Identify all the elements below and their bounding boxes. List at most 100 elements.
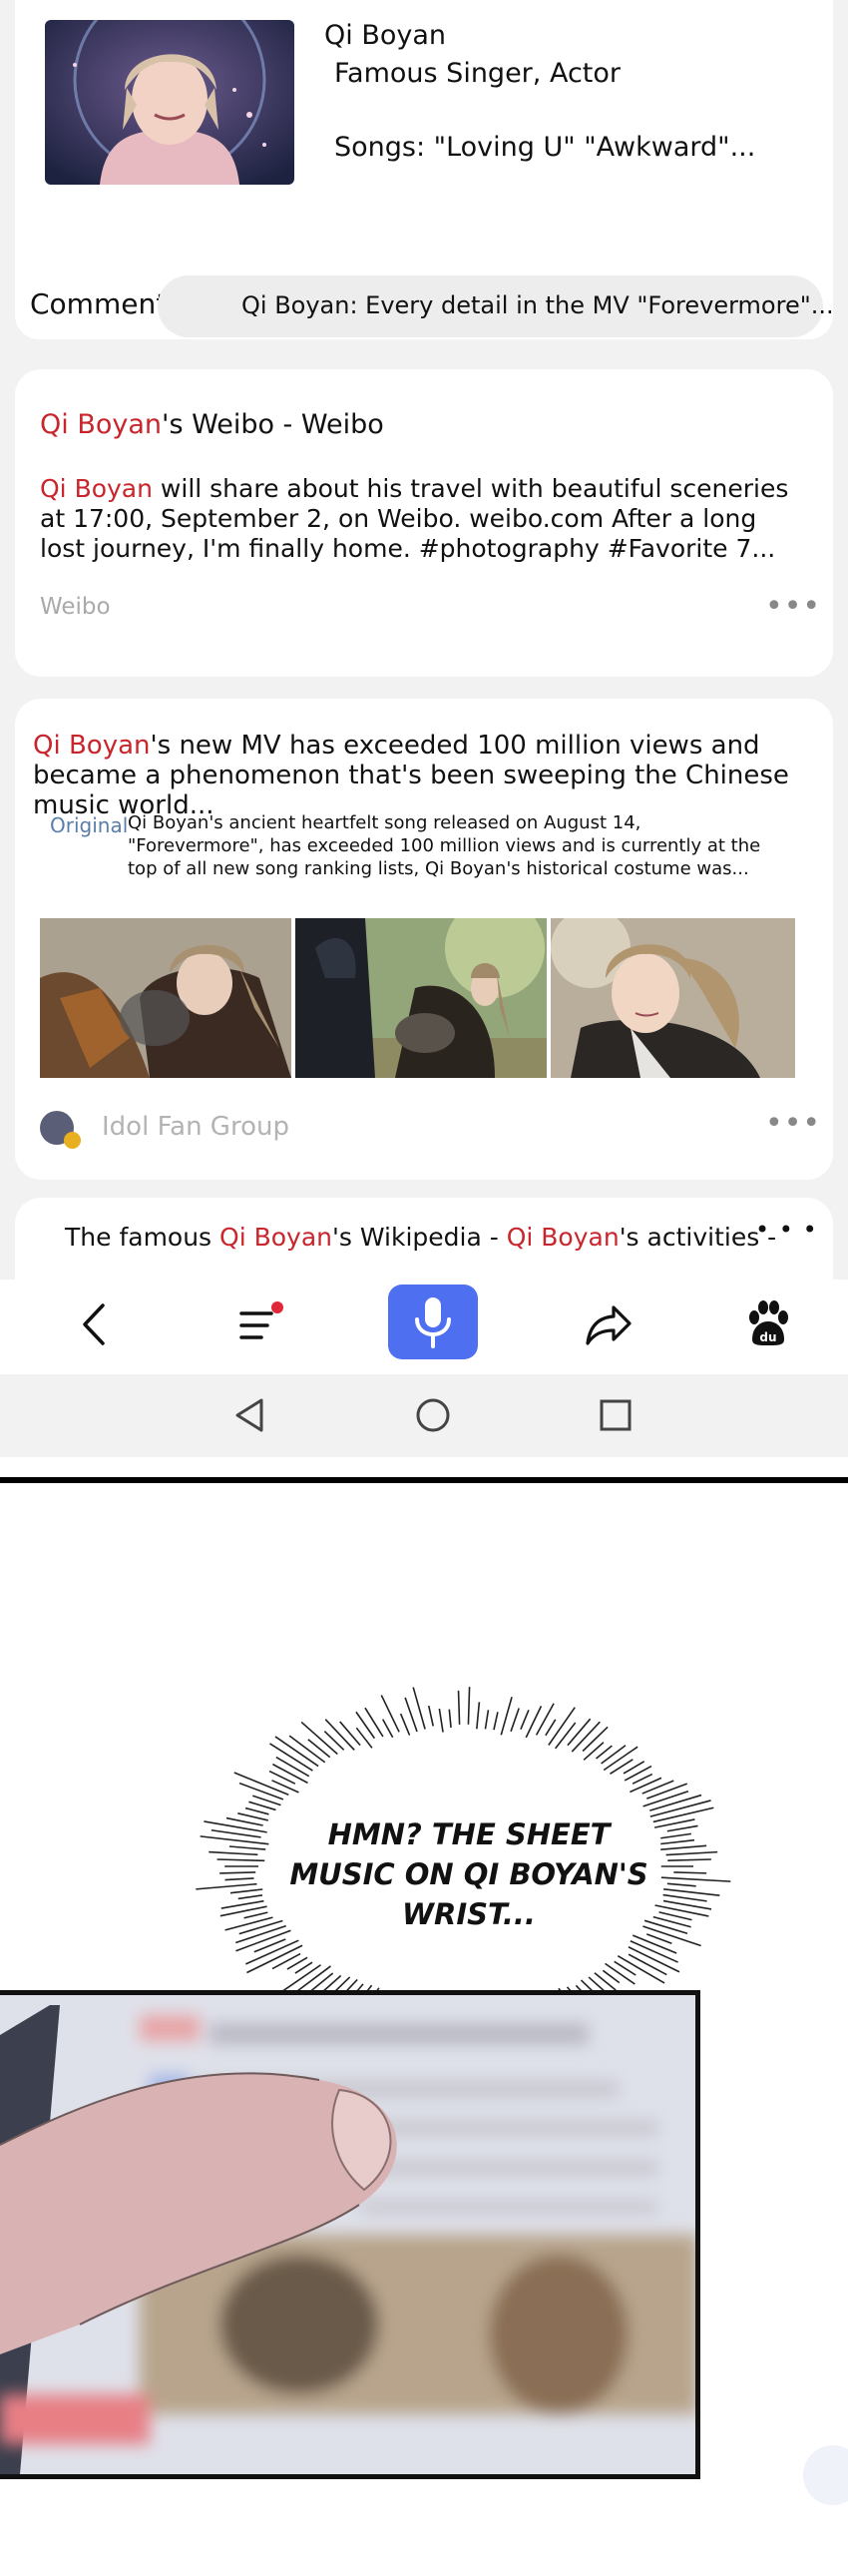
- bubble-line: MUSIC ON QI BOYAN'S: [289, 1857, 648, 1891]
- result-title[interactable]: The famous Qi Boyan's Wikipedia - Qi Boy…: [65, 1223, 776, 1252]
- burst-line: [555, 1722, 577, 1750]
- burst-line: [594, 1972, 617, 1991]
- recents-square-icon[interactable]: [597, 1396, 635, 1434]
- thumbnail-2[interactable]: [295, 918, 547, 1078]
- result-source[interactable]: Idol Fan Group: [102, 1112, 289, 1142]
- burst-line: [275, 1756, 310, 1778]
- burst-line: [667, 1858, 711, 1862]
- thumbnail-3[interactable]: [551, 918, 795, 1078]
- burst-line: [196, 1882, 257, 1890]
- burst-line: [545, 1719, 557, 1737]
- notification-dot-icon: [271, 1301, 283, 1313]
- result-source: Weibo: [40, 594, 111, 620]
- burst-line: [632, 1773, 653, 1785]
- burst-line: [493, 1712, 499, 1731]
- thought-bubble-text: HMN? THE SHEET MUSIC ON QI BOYAN'S WRIST…: [289, 1814, 648, 1934]
- burst-line: [500, 1697, 513, 1736]
- burst-line: [652, 1806, 714, 1823]
- comment-pill[interactable]: Qi Boyan: Every detail in the MV "Foreve…: [158, 275, 834, 337]
- burst-line: [248, 1801, 276, 1811]
- paw-icon[interactable]: du: [746, 1297, 790, 1349]
- panel-divider: [0, 1477, 848, 1483]
- profile-role: Famous Singer, Actor: [334, 58, 621, 89]
- burst-line: [583, 1742, 605, 1761]
- highlight-name: Qi Boyan: [40, 474, 153, 503]
- burst-line: [535, 1703, 555, 1736]
- burst-line: [642, 1791, 689, 1807]
- burst-line: [476, 1702, 481, 1730]
- burst-line: [364, 1707, 384, 1738]
- burst-line: [649, 1794, 702, 1811]
- burst-line: [211, 1828, 261, 1838]
- burst-line: [412, 1687, 426, 1730]
- title-text: 's activities -: [619, 1223, 777, 1252]
- burst-line: [229, 1888, 263, 1894]
- comic-phone-closeup: [0, 1990, 700, 2479]
- voice-search-button[interactable]: [388, 1285, 478, 1359]
- burst-line: [271, 1952, 301, 1970]
- highlight-name: Qi Boyan: [33, 731, 151, 761]
- more-options-icon[interactable]: •••: [765, 1106, 821, 1141]
- burst-line: [448, 1709, 452, 1729]
- phone-screen: Qi Boyan Famous Singer, Actor Songs: "Lo…: [0, 0, 848, 1457]
- burst-line: [484, 1710, 490, 1730]
- burst-line: [238, 1782, 284, 1801]
- result-title[interactable]: Qi Boyan's Weibo - Weibo: [40, 409, 384, 440]
- burst-line: [307, 1739, 331, 1759]
- burst-line: [605, 1962, 636, 1985]
- burst-line: [209, 1850, 258, 1856]
- highlight-name: Qi Boyan: [506, 1223, 620, 1252]
- burst-line: [339, 1721, 361, 1747]
- burst-line: [457, 1690, 461, 1725]
- burst-line: [253, 1938, 286, 1953]
- burst-line: [404, 1697, 418, 1733]
- burst-line: [225, 1816, 263, 1826]
- title-text: 's Weibo - Weibo: [162, 409, 384, 440]
- home-circle-icon[interactable]: [414, 1396, 452, 1434]
- share-icon[interactable]: [584, 1299, 634, 1349]
- back-triangle-icon[interactable]: [231, 1396, 269, 1434]
- comment-text: Qi Boyan: Every detail in the MV "Foreve…: [241, 291, 834, 319]
- profile-portrait: [45, 20, 294, 185]
- burst-line: [666, 1824, 698, 1832]
- bubble-line: WRIST...: [402, 1897, 536, 1931]
- thumbnail-1[interactable]: [40, 918, 291, 1078]
- paw-label: du: [759, 1330, 776, 1344]
- burst-line: [567, 1718, 592, 1747]
- system-nav-bar: [0, 1374, 848, 1457]
- browser-nav-bar: du: [0, 1280, 848, 1374]
- highlight-name: Qi Boyan: [219, 1223, 333, 1252]
- burst-line: [601, 1745, 627, 1765]
- menu-icon[interactable]: [237, 1299, 285, 1349]
- result-title[interactable]: Qi Boyan's new MV has exceeded 100 milli…: [33, 731, 821, 820]
- title-text: 's Wikipedia -: [332, 1223, 507, 1252]
- burst-line: [219, 1871, 256, 1874]
- burst-line: [666, 1882, 696, 1887]
- original-tag: Original: [50, 813, 129, 837]
- result-card-weibo[interactable]: Qi Boyan's Weibo - Weibo Qi Boyan will s…: [15, 369, 833, 677]
- burst-line: [630, 1777, 662, 1794]
- burst-line: [641, 1780, 674, 1795]
- burst-line: [520, 1709, 530, 1731]
- burst-line: [237, 1894, 263, 1900]
- burst-line: [665, 1850, 718, 1856]
- verified-badge-icon: [64, 1132, 81, 1149]
- burst-line: [610, 1759, 634, 1775]
- burst-line: [380, 1695, 400, 1733]
- bubble-line: HMN? THE SHEET: [327, 1817, 611, 1851]
- burst-line: [323, 1730, 345, 1751]
- profile-songs: Songs: "Loving U" "Awkward"...: [334, 132, 756, 163]
- result-snippet: Qi Boyan will share about his travel wit…: [40, 474, 798, 564]
- burst-line: [294, 1961, 313, 1974]
- snippet-text: will share about his travel with beautif…: [40, 474, 789, 563]
- burst-line: [220, 1899, 264, 1909]
- burst-line: [381, 1719, 394, 1739]
- comment-label: Comment: [30, 287, 168, 320]
- burst-line: [663, 1888, 720, 1897]
- more-options-icon[interactable]: • • •: [755, 1216, 818, 1244]
- more-options-icon[interactable]: •••: [765, 589, 821, 624]
- burst-line: [467, 1687, 471, 1725]
- result-card-mv[interactable]: Qi Boyan's new MV has exceeded 100 milli…: [15, 699, 833, 1180]
- back-icon[interactable]: [75, 1299, 115, 1349]
- microphone-icon: [415, 1297, 451, 1348]
